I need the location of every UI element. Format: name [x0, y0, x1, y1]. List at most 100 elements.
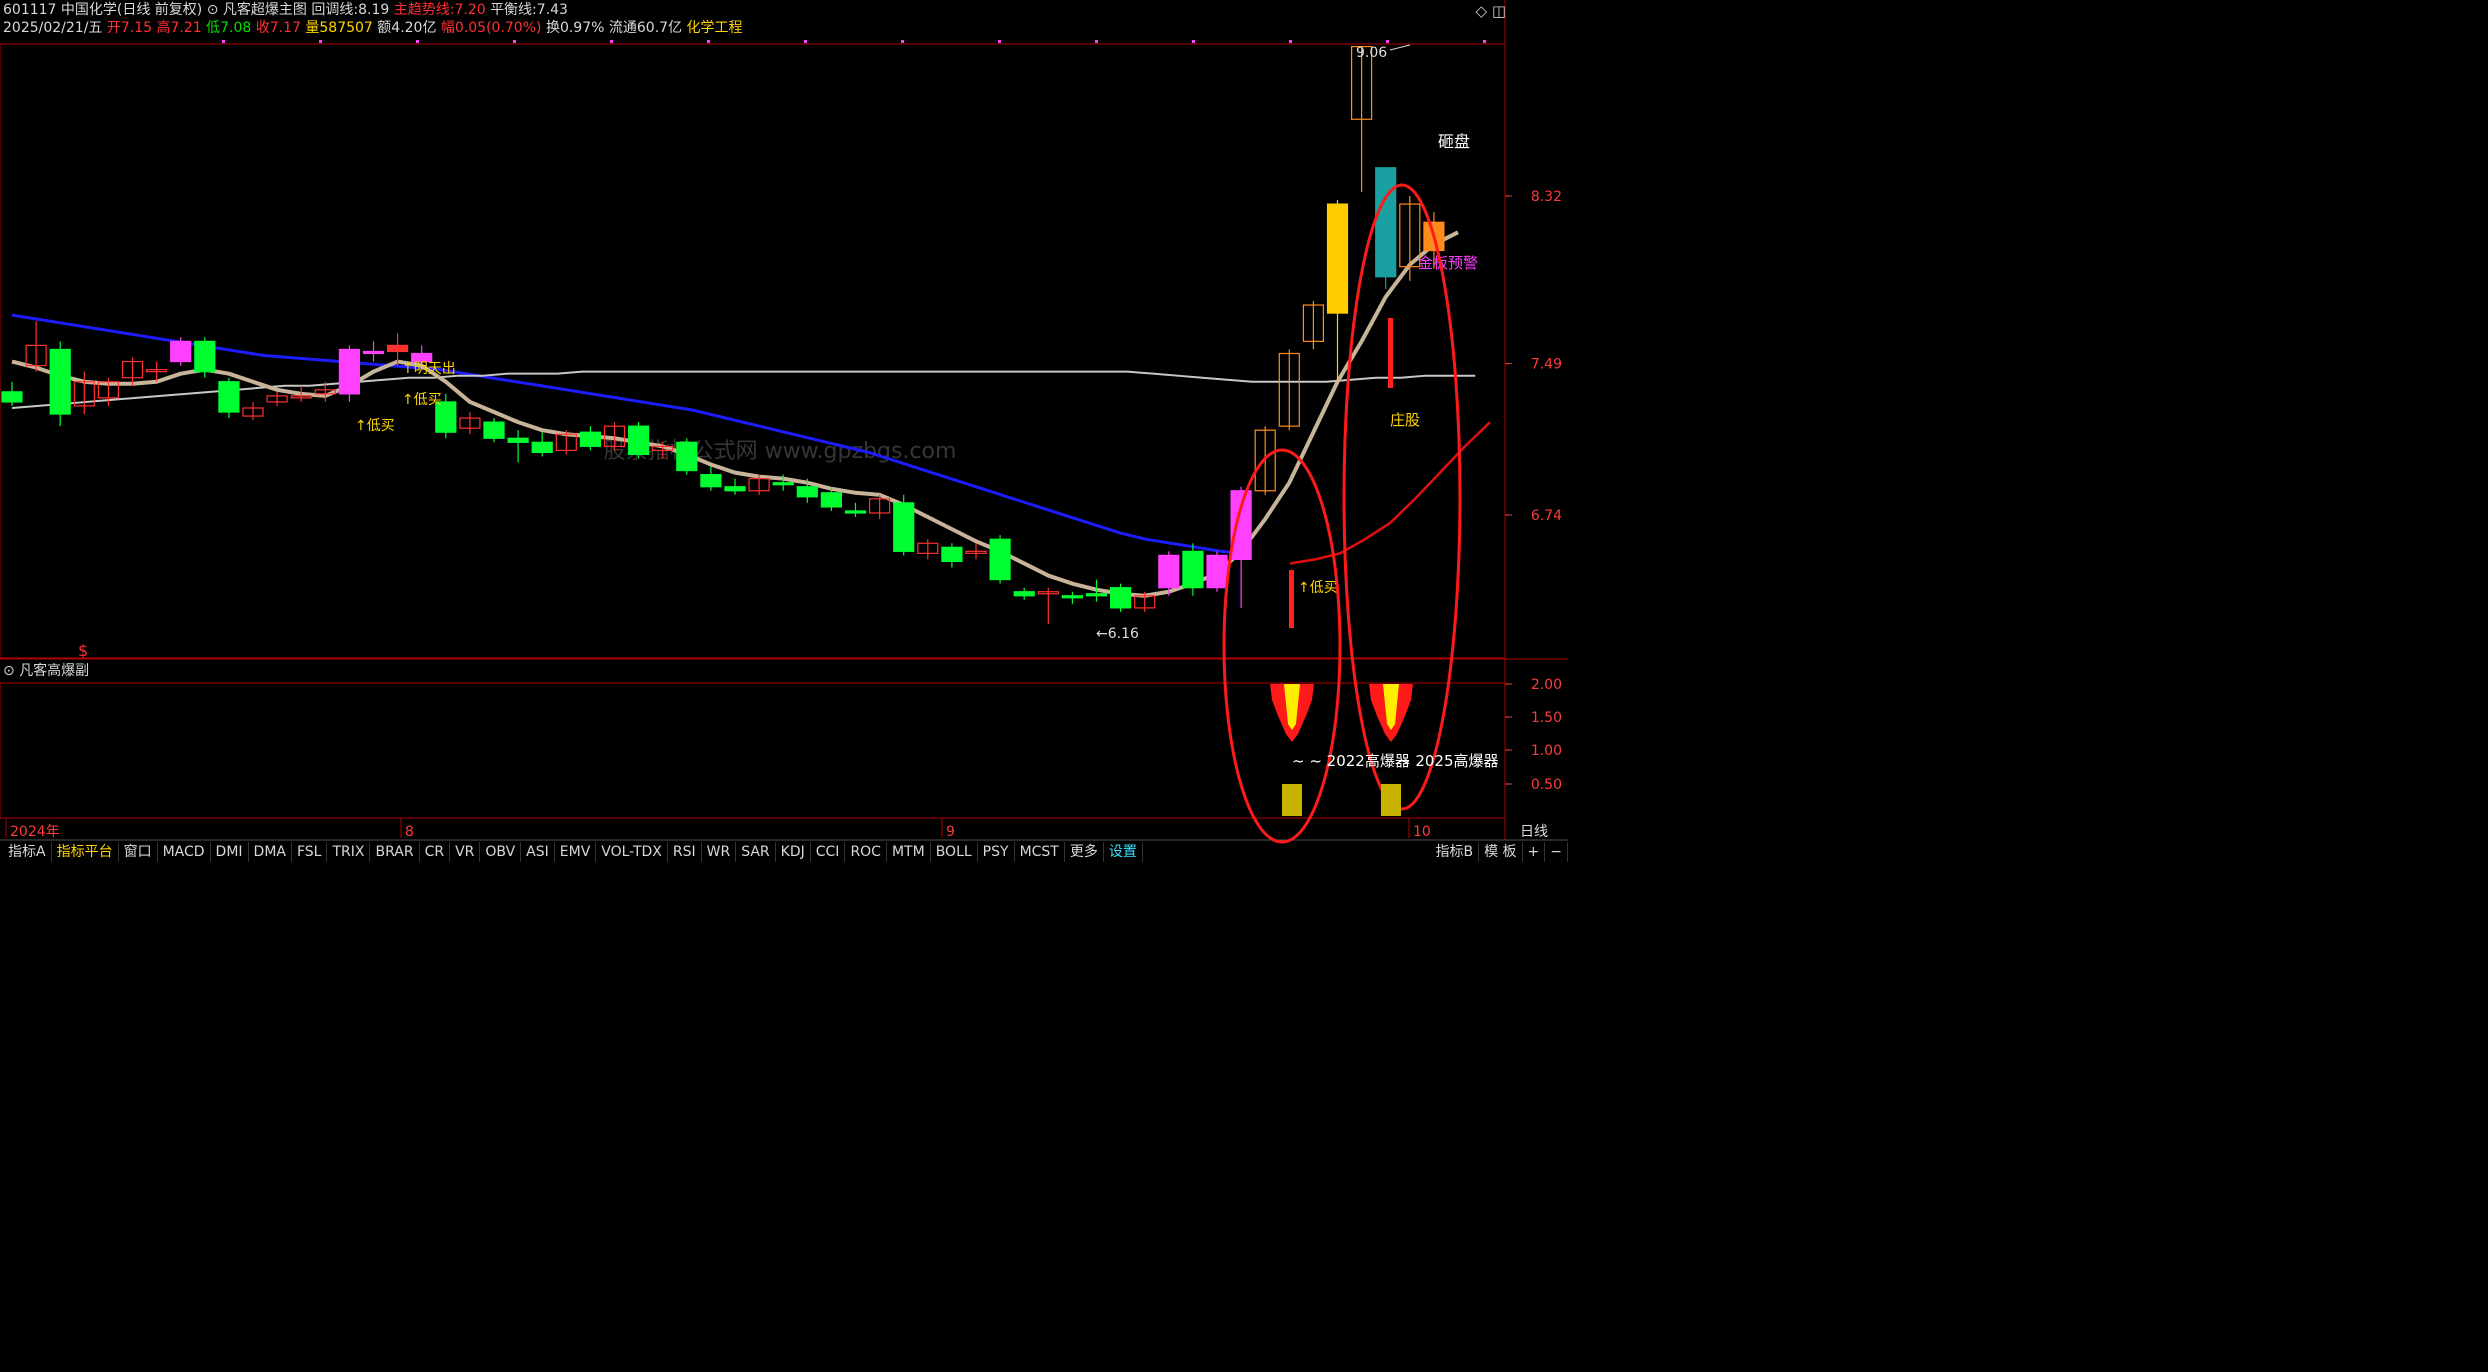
right-tab-3[interactable]: −: [1545, 842, 1568, 862]
amount-label: 额: [377, 20, 392, 36]
tab-8[interactable]: BRAR: [370, 842, 420, 862]
header-line-2: 2025/02/21/五 开7.15 高7.21 低7.08 收7.17 量58…: [3, 19, 743, 37]
candle-body: [1085, 593, 1108, 597]
tab-17[interactable]: SAR: [736, 842, 776, 862]
tab-12[interactable]: ASI: [521, 842, 555, 862]
right-tab-bar: 指标B 模 板 + −: [1430, 842, 1568, 862]
diamond-icon[interactable]: ◇: [1475, 2, 1487, 20]
candle-body: [1158, 554, 1180, 589]
chevron-down-icon[interactable]: ⊙: [207, 2, 219, 18]
amount-value: 4.20亿: [391, 20, 437, 36]
top-marker: [1386, 40, 1389, 43]
tab-10[interactable]: VR: [450, 842, 481, 862]
dollar-marker: $: [78, 641, 88, 660]
signal-low-buy-2: ↑低买: [402, 392, 442, 408]
top-marker: [804, 40, 807, 43]
right-tab-0[interactable]: 指标B: [1430, 842, 1480, 862]
tab-6[interactable]: FSL: [292, 842, 328, 862]
signal-dealer: 庄股: [1390, 411, 1420, 429]
candle-body: [579, 431, 602, 447]
date-axis-label: 2024年: [10, 824, 60, 840]
tab-20[interactable]: ROC: [845, 842, 887, 862]
tab-13[interactable]: EMV: [555, 842, 597, 862]
tab-25[interactable]: 更多: [1065, 842, 1104, 862]
right-tab-1[interactable]: 模 板: [1479, 842, 1523, 862]
close-label: 收: [255, 20, 270, 36]
tab-2[interactable]: 窗口: [119, 842, 158, 862]
tab-9[interactable]: CR: [420, 842, 451, 862]
explosive-label-2: ~ 2025高爆器: [1398, 752, 1499, 770]
chart-canvas[interactable]: 8.32 7.49 6.74 2.00 1.50 1.00 0.50 2024年 8 9 10 日线 股…: [0, 0, 1568, 865]
signal-low-buy-1: ↑低买: [355, 418, 395, 434]
tab-22[interactable]: BOLL: [931, 842, 978, 862]
top-marker: [901, 40, 904, 43]
candle-body: [893, 502, 915, 552]
open-label: 开: [106, 20, 121, 36]
right-tab-2[interactable]: +: [1523, 842, 1546, 862]
candle-body: [989, 538, 1011, 581]
sector[interactable]: 化学工程: [687, 20, 743, 36]
tab-26[interactable]: 设置: [1104, 842, 1143, 862]
top-marker: [707, 40, 710, 43]
stock-code-name[interactable]: 601117 中国化学(日线 前复权): [3, 2, 202, 18]
signal-tomorrow-out: ↑明天出: [402, 361, 456, 377]
tab-4[interactable]: DMI: [211, 842, 249, 862]
turnover-label: 换: [545, 20, 560, 36]
tab-23[interactable]: PSY: [978, 842, 1015, 862]
candle-body: [49, 348, 71, 415]
candle-body: [1206, 554, 1228, 589]
date-axis-label: 9: [946, 824, 955, 840]
vol-label: 量: [305, 20, 320, 36]
restore-icon[interactable]: ◫: [1492, 2, 1506, 20]
tab-24[interactable]: MCST: [1015, 842, 1065, 862]
tab-18[interactable]: KDJ: [776, 842, 811, 862]
tab-15[interactable]: RSI: [668, 842, 702, 862]
low-price-label: ←6.16: [1096, 626, 1139, 642]
top-marker: [1483, 40, 1486, 43]
tab-21[interactable]: MTM: [887, 842, 931, 862]
header-line-1: 601117 中国化学(日线 前复权) ⊙ 凡客超爆主图 回调线:8.19 主趋…: [3, 1, 568, 19]
main-pane-border: [0, 43, 1506, 659]
pullback-value: 8.19: [358, 2, 390, 18]
candle-body: [772, 482, 794, 486]
tab-19[interactable]: CCI: [811, 842, 846, 862]
tab-5[interactable]: DMA: [249, 842, 292, 862]
window-controls: ◇ ◫: [1475, 2, 1506, 20]
highlight-oval-1: [1222, 448, 1342, 844]
candle-body: [1061, 595, 1084, 599]
indicator-name[interactable]: 凡客超爆主图: [223, 2, 307, 18]
high-value: 7.21: [170, 20, 202, 36]
tab-14[interactable]: VOL-TDX: [596, 842, 668, 862]
sub-pane-title[interactable]: ⊙ 凡客高爆副: [3, 660, 89, 680]
top-marker: [998, 40, 1001, 43]
indicator-tab-bar: 指标A 指标平台 窗口 MACD DMI DMA FSL TRIX BRAR CR VR OBV ASI…: [3, 842, 1143, 862]
candle-body: [338, 348, 360, 395]
candle-body: [941, 546, 963, 563]
top-marker: [222, 40, 225, 43]
watermark: 股票指标公式网 www.gpzbgs.com: [604, 439, 957, 464]
trend-value: 7.20: [454, 2, 486, 18]
tab-16[interactable]: WR: [702, 842, 737, 862]
sub-axis-label: 2.00: [1531, 677, 1562, 693]
candle-body: [676, 441, 698, 472]
candle-body: [531, 441, 553, 454]
high-price-label: 9.06: [1356, 45, 1387, 61]
signal-smash: 砸盘: [1438, 132, 1470, 151]
price-axis-label: 8.32: [1531, 189, 1562, 205]
turnover-value: 0.97%: [559, 20, 605, 36]
top-marker: [1192, 40, 1195, 43]
signal-bar: [1289, 570, 1294, 628]
top-marker: [416, 40, 419, 43]
top-marker: [1289, 40, 1292, 43]
high-price-pointer: [1389, 44, 1411, 51]
trend-label: 主趋势线:: [393, 2, 455, 18]
balance-label: 平衡线:: [490, 2, 537, 18]
candle-body: [1, 391, 23, 403]
tab-0[interactable]: 指标A: [3, 842, 52, 862]
tab-1[interactable]: 指标平台: [52, 842, 119, 862]
tab-7[interactable]: TRIX: [327, 842, 371, 862]
tab-11[interactable]: OBV: [480, 842, 522, 862]
tab-3[interactable]: MACD: [158, 842, 211, 862]
low-value: 7.08: [220, 20, 252, 36]
chevron-down-icon[interactable]: ⊙: [3, 663, 15, 679]
